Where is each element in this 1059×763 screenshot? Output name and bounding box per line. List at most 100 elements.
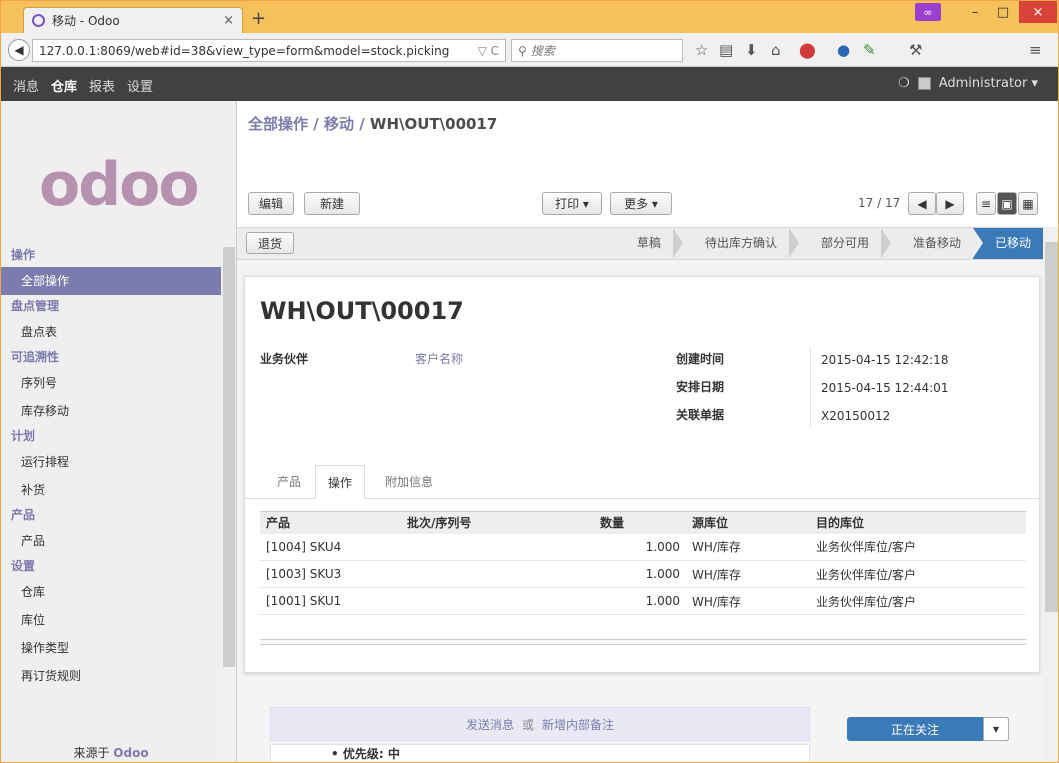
menu-settings[interactable]: 设置 <box>127 76 153 95</box>
arrow-left-icon: ◀ <box>917 196 927 211</box>
table-row[interactable]: [1001] SKU1 1.000 WH/库存 业务伙伴库位/客户 <box>260 587 1026 615</box>
created-value: 2015-04-15 12:42:18 <box>821 353 949 367</box>
odoo-top-menu: 消息 仓库 报表 设置 ❍ Administrator ▾ <box>1 67 1058 101</box>
sidebar-item-products[interactable]: 产品 <box>1 527 221 555</box>
browser-window: 移动 - Odoo × + ∞ – □ × ◀ 127.0.0.1:8069/w… <box>0 0 1059 763</box>
prev-record-button[interactable]: ◀ <box>908 192 936 215</box>
cell-destination: 业务伙伴库位/客户 <box>810 533 1026 561</box>
partner-label: 业务伙伴 <box>260 352 309 366</box>
cell-destination: 业务伙伴库位/客户 <box>810 587 1026 615</box>
list-view-button[interactable]: ≡ <box>976 192 996 215</box>
url-bar[interactable]: 127.0.0.1:8069/web#id=38&view_type=form&… <box>32 39 506 62</box>
chatter-message: • 优先级: 中 <box>270 744 810 762</box>
log-note-link[interactable]: 新增内部备注 <box>542 718 614 732</box>
sidebar-header-traceability: 可追溯性 <box>11 350 60 364</box>
sidebar-header-operations: 操作 <box>11 248 36 262</box>
chevron-down-icon[interactable]: ▾ <box>983 717 1009 741</box>
cell-quantity: 1.000 <box>594 587 686 615</box>
sidebar-header-schedulers: 计划 <box>11 429 36 443</box>
sidebar-item-replenishment[interactable]: 补货 <box>1 476 221 504</box>
sidebar-scrollbar-thumb[interactable] <box>223 247 235 667</box>
sidebar-item-locations[interactable]: 库位 <box>1 606 221 634</box>
origin-label: 关联单据 <box>676 408 725 422</box>
form-sheet: WH\OUT\00017 业务伙伴 客户名称 创建时间 2015-04-15 1… <box>244 276 1041 673</box>
return-button[interactable]: 退货 <box>246 232 294 254</box>
new-tab-button[interactable]: + <box>251 8 266 29</box>
sidebar-item-serial-numbers[interactable]: 序列号 <box>1 369 221 397</box>
sidebar-item-warehouses[interactable]: 仓库 <box>1 578 221 606</box>
calendar-view-button[interactable]: ▦ <box>1018 192 1038 215</box>
avatar <box>917 77 931 90</box>
cell-source: WH/库存 <box>686 587 810 615</box>
list-icon: ≡ <box>980 196 992 211</box>
next-record-button[interactable]: ▶ <box>936 192 964 215</box>
home-icon[interactable]: ⌂ <box>771 41 781 59</box>
cell-quantity: 1.000 <box>594 533 686 561</box>
odoo-logo[interactable]: odoo <box>39 155 200 215</box>
sidebar-header-inventory: 盘点管理 <box>11 299 60 313</box>
following-button[interactable]: 正在关注 ▾ <box>847 717 1009 741</box>
tab-title: 移动 - Odoo <box>52 14 120 28</box>
tab-additional-info[interactable]: 附加信息 <box>373 465 445 499</box>
search-icon: ⚲ <box>518 43 527 58</box>
form-icon: ▣ <box>1001 196 1013 211</box>
send-message-link[interactable]: 发送消息 <box>466 718 514 732</box>
sidebar-item-run-schedulers[interactable]: 运行排程 <box>1 448 221 476</box>
powered-by: 来源于 Odoo <box>1 744 221 761</box>
minimize-button[interactable]: – <box>961 1 989 23</box>
partner-value[interactable]: 客户名称 <box>415 350 463 367</box>
table-footer <box>260 639 1026 645</box>
browser-tab[interactable]: 移动 - Odoo × <box>23 7 243 33</box>
powered-by-odoo-link[interactable]: Odoo <box>113 746 148 760</box>
chatter-or: 或 <box>521 718 534 732</box>
col-destination-location[interactable]: 目的库位 <box>810 511 1026 534</box>
sidebar-item-all-operations[interactable]: 全部操作 <box>1 267 221 295</box>
cell-lot <box>401 560 594 588</box>
col-quantity[interactable]: 数量 <box>594 511 686 534</box>
sidebar-item-operation-types[interactable]: 操作类型 <box>1 634 221 662</box>
cell-destination: 业务伙伴库位/客户 <box>810 560 1026 588</box>
scheduled-value: 2015-04-15 12:44:01 <box>821 381 949 395</box>
col-lot[interactable]: 批次/序列号 <box>401 511 594 534</box>
breadcrumb-all-operations[interactable]: 全部操作 <box>248 115 308 133</box>
print-dropdown[interactable]: 打印 ▾ <box>542 192 602 215</box>
powered-by-prefix: 来源于 <box>73 746 110 760</box>
form-view-button[interactable]: ▣ <box>997 192 1017 215</box>
menu-icon[interactable]: ≡ <box>1029 41 1042 59</box>
menu-reports[interactable]: 报表 <box>89 76 115 95</box>
create-button[interactable]: 新建 <box>304 192 360 215</box>
sidebar-item-reorder-rules[interactable]: 再订货规则 <box>1 662 221 690</box>
breadcrumb-moves[interactable]: 移动 <box>324 115 354 133</box>
search-box[interactable]: ⚲ 搜索 <box>511 39 683 62</box>
chat-icon[interactable]: ❍ <box>898 76 910 91</box>
stage-ready: 准备移动 <box>890 228 973 259</box>
close-window-button[interactable]: × <box>1019 1 1057 23</box>
menu-messages[interactable]: 消息 <box>13 76 39 95</box>
table-row[interactable]: [1003] SKU3 1.000 WH/库存 业务伙伴库位/客户 <box>260 560 1026 588</box>
adblock-icon[interactable]: ⬤ <box>799 41 816 59</box>
stage-draft: 草稿 <box>614 228 673 259</box>
sidebar-item-inventory-sheets[interactable]: 盘点表 <box>1 318 221 346</box>
user-menu[interactable]: Administrator ▾ <box>939 76 1038 91</box>
more-dropdown[interactable]: 更多 ▾ <box>610 192 672 215</box>
cell-source: WH/库存 <box>686 533 810 561</box>
download-icon[interactable]: ⬇ <box>745 41 758 59</box>
table-row[interactable]: [1004] SKU4 1.000 WH/库存 业务伙伴库位/客户 <box>260 533 1026 561</box>
col-source-location[interactable]: 源库位 <box>686 511 810 534</box>
sidebar-item-stock-moves[interactable]: 库存移动 <box>1 397 221 425</box>
menu-warehouse[interactable]: 仓库 <box>51 76 77 95</box>
edit-button[interactable]: 编辑 <box>248 192 294 215</box>
reading-list-icon[interactable]: ▤ <box>719 41 733 59</box>
back-button[interactable]: ◀ <box>8 39 30 61</box>
sidebar-header-configuration: 设置 <box>11 559 36 573</box>
bookmark-star-icon[interactable]: ☆ <box>695 41 708 59</box>
translate-icon[interactable]: ✎ <box>863 41 876 59</box>
tab-operations[interactable]: 操作 <box>315 465 366 499</box>
tab-products[interactable]: 产品 <box>265 465 313 499</box>
tab-close-icon[interactable]: × <box>223 13 234 28</box>
main-scrollbar-thumb[interactable] <box>1045 242 1058 612</box>
toolbox-icon[interactable]: ⚒ <box>909 41 922 59</box>
col-product[interactable]: 产品 <box>260 511 401 534</box>
extension-icon[interactable]: ● <box>837 41 850 59</box>
maximize-button[interactable]: □ <box>989 1 1017 23</box>
